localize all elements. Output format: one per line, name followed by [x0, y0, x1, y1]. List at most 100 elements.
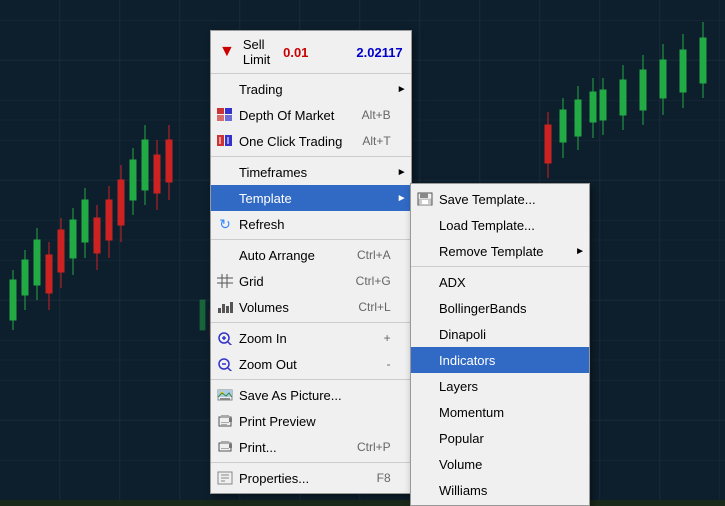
- menu-item-refresh[interactable]: ↻ Refresh: [211, 211, 411, 237]
- menu-item-bollinger[interactable]: BollingerBands: [411, 295, 589, 321]
- remove-template-icon: [415, 241, 435, 261]
- williams-icon: [415, 480, 435, 500]
- bollinger-label: BollingerBands: [439, 301, 569, 316]
- template-container: Template ► Save Template...: [211, 185, 411, 211]
- print-shortcut: Ctrl+P: [357, 440, 391, 454]
- save-picture-label: Save As Picture...: [239, 388, 391, 403]
- separator-5: [211, 462, 411, 463]
- grid-label: Grid: [239, 274, 336, 289]
- template-submenu: Save Template... Load Template... Remove…: [410, 183, 590, 506]
- separator-4: [211, 379, 411, 380]
- menu-item-properties[interactable]: Properties... F8: [211, 465, 411, 491]
- menu-item-adx[interactable]: ADX: [411, 269, 589, 295]
- separator-2: [211, 239, 411, 240]
- zoom-in-shortcut: +: [384, 331, 391, 345]
- popular-icon: [415, 428, 435, 448]
- menu-item-auto-arrange[interactable]: Auto Arrange Ctrl+A: [211, 242, 411, 268]
- menu-item-trading[interactable]: Trading ►: [211, 76, 411, 102]
- auto-arrange-icon: [215, 245, 235, 265]
- layers-icon: [415, 376, 435, 396]
- save-picture-icon: [215, 385, 235, 405]
- bollinger-icon: [415, 298, 435, 318]
- zoom-in-icon: [215, 328, 235, 348]
- momentum-icon: [415, 402, 435, 422]
- dom-shortcut: Alt+B: [362, 108, 391, 122]
- template-icon: [215, 188, 235, 208]
- momentum-label: Momentum: [439, 405, 569, 420]
- one-click-label: One Click Trading: [239, 134, 342, 149]
- properties-shortcut: F8: [377, 471, 391, 485]
- context-menu: ▼ Sell Limit 0.01 2.02117 Trading ► Dept…: [210, 30, 412, 494]
- menu-item-volumes[interactable]: Volumes Ctrl+L: [211, 294, 411, 320]
- dinapoli-icon: [415, 324, 435, 344]
- menu-item-grid[interactable]: Grid Ctrl+G: [211, 268, 411, 294]
- zoom-out-shortcut: -: [387, 357, 391, 371]
- popular-label: Popular: [439, 431, 569, 446]
- volume-icon: [415, 454, 435, 474]
- menu-item-remove-template[interactable]: Remove Template ►: [411, 238, 589, 264]
- dom-label: Depth Of Market: [239, 108, 342, 123]
- menu-item-zoom-out[interactable]: Zoom Out -: [211, 351, 411, 377]
- print-preview-icon: [215, 411, 235, 431]
- trading-label: Trading: [239, 82, 391, 97]
- menu-item-williams[interactable]: Williams: [411, 477, 589, 503]
- menu-item-dinapoli[interactable]: Dinapoli: [411, 321, 589, 347]
- menu-item-timeframes[interactable]: Timeframes ►: [211, 159, 411, 185]
- menu-item-depth-of-market[interactable]: Depth Of Market Alt+B: [211, 102, 411, 128]
- menu-item-layers[interactable]: Layers: [411, 373, 589, 399]
- menu-item-load-template[interactable]: Load Template...: [411, 212, 589, 238]
- menu-item-zoom-in[interactable]: Zoom In +: [211, 325, 411, 351]
- dom-icon: [215, 105, 235, 125]
- menu-item-save-as-picture[interactable]: Save As Picture...: [211, 382, 411, 408]
- one-click-shortcut: Alt+T: [362, 134, 390, 148]
- load-template-label: Load Template...: [439, 218, 569, 233]
- menu-item-one-click-trading[interactable]: One Click Trading Alt+T: [211, 128, 411, 154]
- template-arrow: ►: [397, 193, 407, 204]
- remove-template-arrow: ►: [575, 246, 585, 257]
- dinapoli-label: Dinapoli: [439, 327, 569, 342]
- sell-limit-item[interactable]: ▼ Sell Limit 0.01 2.02117: [211, 33, 411, 71]
- auto-arrange-label: Auto Arrange: [239, 248, 337, 263]
- menu-item-template[interactable]: Template ►: [211, 185, 411, 211]
- separator-0: [211, 73, 411, 74]
- menu-item-momentum[interactable]: Momentum: [411, 399, 589, 425]
- properties-label: Properties...: [239, 471, 357, 486]
- zoom-in-label: Zoom In: [239, 331, 364, 346]
- zoom-out-icon: [215, 354, 235, 374]
- template-label: Template: [239, 191, 391, 206]
- load-template-icon: [415, 215, 435, 235]
- timeframes-arrow: ►: [397, 167, 407, 178]
- volumes-label: Volumes: [239, 300, 338, 315]
- menu-item-popular[interactable]: Popular: [411, 425, 589, 451]
- menu-item-print[interactable]: Print... Ctrl+P: [211, 434, 411, 460]
- williams-label: Williams: [439, 483, 569, 498]
- refresh-icon: ↻: [215, 214, 235, 234]
- adx-icon: [415, 272, 435, 292]
- one-click-icon: [215, 131, 235, 151]
- indicators-label: Indicators: [439, 353, 569, 368]
- print-icon: [215, 437, 235, 457]
- volume-label: Volume: [439, 457, 569, 472]
- separator-3: [211, 322, 411, 323]
- grid-icon: [215, 271, 235, 291]
- refresh-label: Refresh: [239, 217, 391, 232]
- sell-arrow-icon: ▼: [219, 43, 235, 61]
- grid-shortcut: Ctrl+G: [356, 274, 391, 288]
- sell-limit-price: 2.02117: [356, 45, 402, 60]
- menu-item-print-preview[interactable]: Print Preview: [211, 408, 411, 434]
- indicators-icon: [415, 350, 435, 370]
- zoom-out-label: Zoom Out: [239, 357, 367, 372]
- layers-label: Layers: [439, 379, 569, 394]
- properties-icon: [215, 468, 235, 488]
- print-preview-label: Print Preview: [239, 414, 391, 429]
- menu-item-save-template[interactable]: Save Template...: [411, 186, 589, 212]
- adx-label: ADX: [439, 275, 569, 290]
- volumes-shortcut: Ctrl+L: [358, 300, 390, 314]
- print-label: Print...: [239, 440, 337, 455]
- trading-arrow: ►: [397, 84, 407, 95]
- menu-item-indicators[interactable]: Indicators: [411, 347, 589, 373]
- remove-template-label: Remove Template: [439, 244, 569, 259]
- auto-arrange-shortcut: Ctrl+A: [357, 248, 391, 262]
- menu-item-volume[interactable]: Volume: [411, 451, 589, 477]
- save-template-icon: [415, 189, 435, 209]
